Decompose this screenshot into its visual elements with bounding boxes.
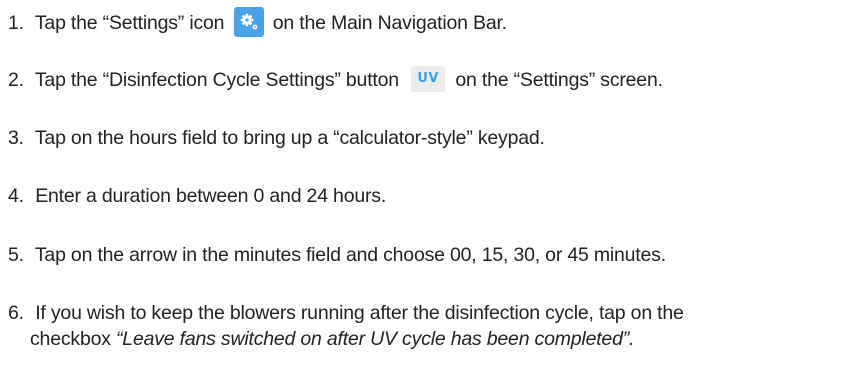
step-text: Tap the “Disinfection Cycle Settings” bu…: [34, 69, 399, 92]
step-6: 6. If you wish to keep the blowers runni…: [8, 301, 684, 325]
step-number: 5.: [8, 244, 24, 266]
step-number: 1.: [8, 12, 24, 35]
step-2: 2. Tap the “Disinfection Cycle Settings”…: [8, 66, 663, 94]
step-number: 4.: [8, 185, 24, 207]
step-number: 2.: [8, 69, 24, 92]
step-text: Tap the “Settings” icon: [34, 12, 225, 35]
uv-icon: UV: [411, 66, 446, 92]
settings-gear-icon: [233, 7, 264, 37]
step-4: 4. Enter a duration between 0 and 24 hou…: [8, 184, 386, 208]
step-text: Tap on the hours field to bring up a “ca…: [34, 127, 545, 149]
step-5: 5. Tap on the arrow in the minutes field…: [8, 243, 666, 267]
step-number: 6.: [8, 302, 24, 324]
step-number: 3.: [8, 127, 24, 149]
instruction-list: 1. Tap the “Settings” icon on the Main N…: [0, 0, 862, 365]
step-text: on the “Settings” screen.: [455, 69, 663, 92]
step-text: on the Main Navigation Bar.: [272, 12, 507, 35]
step-text: If you wish to keep the blowers running …: [35, 302, 684, 324]
checkbox-label-quote: “Leave fans switched on after UV cycle h…: [116, 328, 635, 350]
step-6-continuation: checkbox “Leave fans switched on after U…: [30, 327, 634, 351]
step-text: checkbox: [30, 328, 111, 350]
step-3: 3. Tap on the hours field to bring up a …: [8, 126, 545, 150]
step-text: Tap on the arrow in the minutes field an…: [34, 244, 666, 266]
step-text: Enter a duration between 0 and 24 hours.: [35, 185, 387, 207]
step-1: 1. Tap the “Settings” icon on the Main N…: [8, 7, 507, 39]
